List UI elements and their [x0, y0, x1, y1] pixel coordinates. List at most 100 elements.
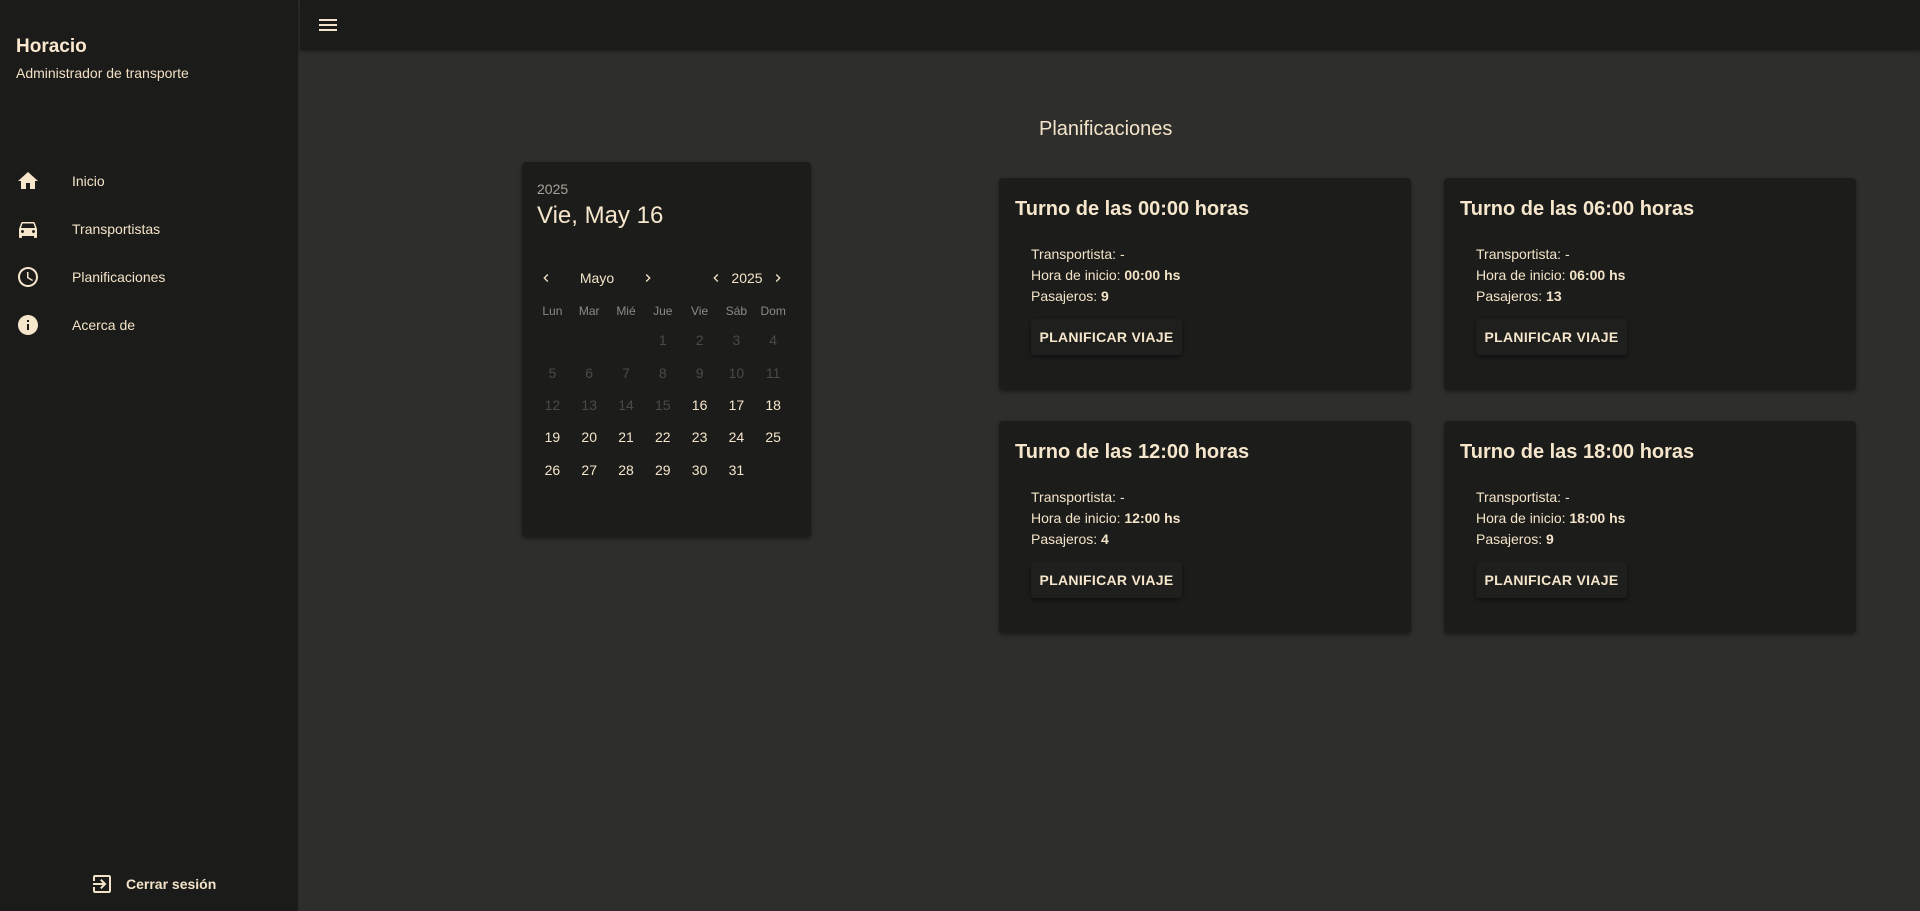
year-label: 2025: [731, 270, 763, 286]
carrier-label: Transportista:: [1476, 489, 1562, 505]
month-label: Mayo: [579, 270, 615, 286]
prev-year-button[interactable]: [706, 268, 726, 288]
passengers-label: Pasajeros:: [1476, 288, 1543, 304]
menu-button[interactable]: [316, 13, 340, 37]
calendar-day: 11: [765, 364, 781, 381]
sidebar-item-label: Transportistas: [72, 221, 161, 237]
calendar-day: 4: [769, 332, 778, 349]
logout-icon: [93, 875, 111, 893]
clock-icon: [16, 265, 40, 289]
turn-details: Transportista: - Hora de inicio: 12:00 h…: [1031, 487, 1180, 550]
date-picker-selected-date: Vie, May 16: [537, 202, 664, 229]
turn-card-0600: Turno de las 06:00 horas Transportista: …: [1444, 178, 1856, 390]
start-time-value: 18:00 hs: [1569, 510, 1626, 526]
calendar-day[interactable]: 28: [608, 454, 645, 486]
weekday-label: Jue: [653, 304, 673, 318]
passengers-value: 9: [1546, 531, 1554, 547]
weekday-label: Lun: [542, 304, 563, 318]
sidebar-item-label: Acerca de: [72, 317, 136, 333]
calendar-day[interactable]: 29: [644, 454, 681, 486]
user-role: Administrador de transporte: [16, 65, 189, 81]
calendar-day: 3: [732, 332, 741, 349]
turn-details: Transportista: - Hora de inicio: 18:00 h…: [1476, 487, 1625, 550]
carrier-label: Transportista:: [1031, 489, 1117, 505]
next-year-button[interactable]: [768, 268, 788, 288]
calendar-day[interactable]: 16: [681, 389, 718, 421]
carrier-value: -: [1119, 489, 1125, 505]
calendar-day: 7: [622, 364, 630, 381]
calendar-day: 9: [695, 364, 704, 381]
turn-title: Turno de las 00:00 horas: [1015, 198, 1250, 220]
calendar-day: 6: [585, 364, 594, 381]
calendar-days: 1 2 3 4 5 6 7 8 9 10 11 12 13 14 15 16 17 18 19 20 21 22 23 24 2…: [534, 324, 792, 486]
prev-month-button[interactable]: [536, 268, 556, 288]
calendar-day: 12: [544, 396, 561, 413]
top-app-bar: [300, 0, 1920, 50]
weekday-label: Vie: [691, 304, 709, 318]
calendar-day[interactable]: 24: [718, 421, 755, 453]
sidebar-item-acerca-de[interactable]: Acerca de: [0, 301, 299, 349]
logout-button[interactable]: Cerrar sesión: [90, 872, 216, 896]
plan-trip-button[interactable]: PLANIFICAR VIAJE: [1476, 319, 1627, 355]
month-selector: Mayo: [536, 266, 658, 290]
plan-trip-button[interactable]: PLANIFICAR VIAJE: [1476, 562, 1627, 598]
weekday-label: Mié: [616, 304, 636, 318]
start-time-label: Hora de inicio:: [1476, 510, 1566, 526]
user-info: Horacio Administrador de transporte: [16, 36, 189, 81]
start-time-label: Hora de inicio:: [1031, 267, 1121, 283]
calendar-day[interactable]: 18: [755, 389, 792, 421]
passengers-value: 13: [1546, 288, 1562, 304]
calendar-day[interactable]: 20: [571, 421, 608, 453]
sidebar-item-transportistas[interactable]: Transportistas: [0, 205, 299, 253]
calendar-day[interactable]: 27: [571, 454, 608, 486]
start-time-label: Hora de inicio:: [1031, 510, 1121, 526]
start-time-label: Hora de inicio:: [1476, 267, 1566, 283]
calendar-empty-cell: [608, 324, 645, 356]
calendar-empty-cell: [534, 324, 571, 356]
calendar-day: 2: [695, 332, 704, 349]
weekday-label: Dom: [760, 304, 786, 318]
calendar-day[interactable]: 25: [755, 421, 792, 453]
sidebar-item-planificaciones[interactable]: Planificaciones: [0, 253, 299, 301]
info-icon: [16, 313, 40, 337]
chevron-right-icon: [775, 274, 781, 282]
calendar-day[interactable]: 21: [608, 421, 645, 453]
chevron-left-icon: [713, 274, 719, 282]
plan-trip-button[interactable]: PLANIFICAR VIAJE: [1031, 562, 1182, 598]
next-month-button[interactable]: [638, 268, 658, 288]
calendar-day[interactable]: 26: [534, 454, 571, 486]
turn-details: Transportista: - Hora de inicio: 00:00 h…: [1031, 244, 1180, 307]
calendar-day[interactable]: 22: [644, 421, 681, 453]
sidebar-item-inicio[interactable]: Inicio: [0, 157, 299, 205]
calendar-day: 10: [728, 364, 745, 381]
sidebar-nav: Inicio Transportistas Planificaciones Ac…: [0, 157, 299, 349]
passengers-value: 9: [1101, 288, 1109, 304]
calendar-day[interactable]: 31: [718, 454, 755, 486]
carrier-value: -: [1119, 246, 1125, 262]
calendar-day: 15: [655, 396, 671, 413]
turn-card-1800: Turno de las 18:00 horas Transportista: …: [1444, 421, 1856, 633]
date-picker: 2025 Vie, May 16 Mayo 2025 Lun Mar Mié J…: [522, 162, 811, 537]
weekday-header: Lun Mar Mié Jue Vie Sáb Dom: [534, 304, 792, 318]
passengers-label: Pasajeros:: [1031, 288, 1098, 304]
weekday-label: Mar: [578, 304, 600, 318]
calendar-day[interactable]: 23: [681, 421, 718, 453]
calendar-day[interactable]: 17: [718, 389, 755, 421]
car-icon: [16, 217, 40, 241]
calendar-day: 1: [658, 332, 667, 349]
start-time-value: 12:00 hs: [1124, 510, 1181, 526]
date-picker-year[interactable]: 2025: [537, 181, 568, 197]
passengers-value: 4: [1101, 531, 1109, 547]
calendar-day: 13: [581, 396, 597, 413]
menu-icon: [319, 19, 337, 31]
calendar-day[interactable]: 30: [681, 454, 718, 486]
logout-label: Cerrar sesión: [126, 876, 217, 892]
user-name: Horacio: [16, 36, 87, 57]
calendar-day[interactable]: 19: [534, 421, 571, 453]
calendar-day: 14: [618, 396, 634, 413]
turn-card-1200: Turno de las 12:00 horas Transportista: …: [999, 421, 1411, 633]
carrier-value: -: [1564, 246, 1570, 262]
plan-trip-button[interactable]: PLANIFICAR VIAJE: [1031, 319, 1182, 355]
passengers-label: Pasajeros:: [1476, 531, 1543, 547]
calendar-day: 8: [658, 364, 667, 381]
